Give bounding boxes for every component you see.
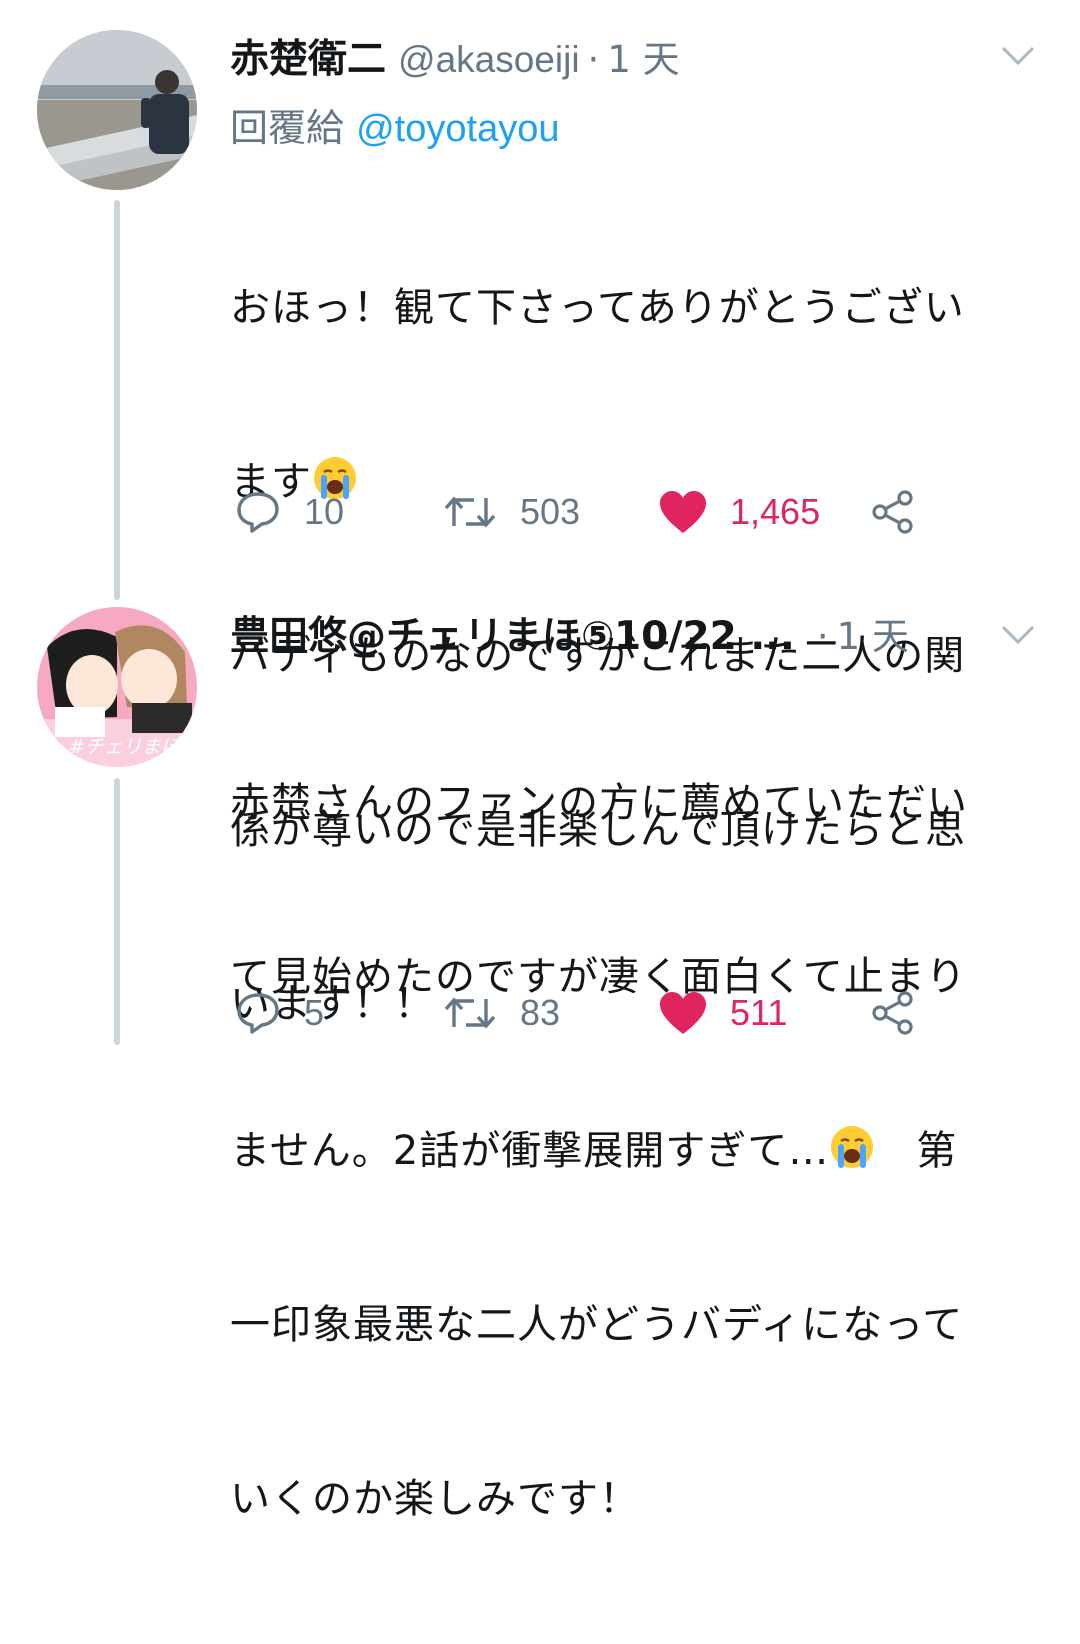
reply-button[interactable]: 5 <box>234 983 324 1043</box>
share-button[interactable] <box>870 983 916 1043</box>
separator: · <box>816 615 829 658</box>
like-button[interactable]: 511 <box>658 983 787 1043</box>
text-line: ません。2話が衝撃展開すぎて… 第 <box>230 1122 1050 1180</box>
heart-icon <box>660 491 706 533</box>
like-button[interactable]: 1,465 <box>658 482 820 542</box>
crying-face-emoji <box>831 1126 874 1168</box>
text-line: 赤楚さんのファンの方に薦めていただい <box>230 780 968 826</box>
text-line: いくのか楽しみです！ <box>230 1476 640 1522</box>
tweet-header: 赤楚衛二 @akasoeiji · 1 天 <box>230 28 680 88</box>
action-bar: 5 83 511 <box>230 983 1050 1043</box>
action-bar: 10 503 1,465 <box>230 482 1050 542</box>
tweet-header: 豊田悠@チェリまほ⑤10/22 ... · 1 天 <box>230 605 909 665</box>
retweet-button[interactable]: 83 <box>442 983 560 1043</box>
like-count: 511 <box>730 992 788 1033</box>
chevron-down-icon[interactable] <box>1000 623 1036 647</box>
avatar[interactable] <box>37 30 197 190</box>
reply-count: 10 <box>304 491 345 532</box>
author-handle[interactable]: @akasoeiji <box>398 39 580 81</box>
reply-count: 5 <box>304 992 325 1033</box>
retweet-count: 503 <box>520 491 581 532</box>
reply-button[interactable]: 10 <box>234 482 344 542</box>
text-line: おほっ！観て下さってありがとうござい <box>230 285 965 331</box>
timestamp[interactable]: 1 天 <box>607 29 679 83</box>
reply-prefix: 回覆給 <box>230 106 345 150</box>
avatar[interactable]: #チェリまほ <box>37 607 197 767</box>
share-icon <box>872 991 913 1035</box>
reply-icon <box>237 993 279 1034</box>
chevron-down-icon[interactable] <box>1000 44 1036 68</box>
reply-mention[interactable]: @toyotayou <box>356 108 559 150</box>
retweet-icon <box>444 997 496 1029</box>
tweet-text: 赤楚さんのファンの方に薦めていただい て見始めたのですが凄く面白くて止まり ませ… <box>230 658 1050 1644</box>
reply-to: 回覆給 @toyotayou <box>230 97 559 152</box>
separator: · <box>587 38 600 81</box>
like-count: 1,465 <box>730 491 821 532</box>
author-name[interactable]: 赤楚衛二 <box>230 28 386 84</box>
thread-line <box>114 778 120 1045</box>
share-icon <box>872 490 913 534</box>
thread-line <box>114 200 120 600</box>
retweet-button[interactable]: 503 <box>442 482 580 542</box>
reply-icon <box>237 492 279 533</box>
avatar-logo-text: #チェリまほ <box>69 736 182 758</box>
retweet-count: 83 <box>520 992 561 1033</box>
heart-icon <box>660 992 706 1034</box>
share-button[interactable] <box>870 482 916 542</box>
retweet-icon <box>444 496 496 528</box>
tweet-2[interactable]: #チェリまほ 豊田悠@チェリまほ⑤10/22 ... · 1 天 赤楚さんのファ… <box>0 590 1080 1522</box>
timestamp[interactable]: 1 天 <box>837 606 909 660</box>
tweet-1[interactable]: 赤楚衛二 @akasoeiji · 1 天 回覆給 @toyotayou おほっ… <box>0 0 1080 1027</box>
author-name[interactable]: 豊田悠@チェリまほ⑤10/22 ... <box>230 605 795 661</box>
text-line: 一印象最悪な二人がどうバディになって <box>230 1302 964 1348</box>
